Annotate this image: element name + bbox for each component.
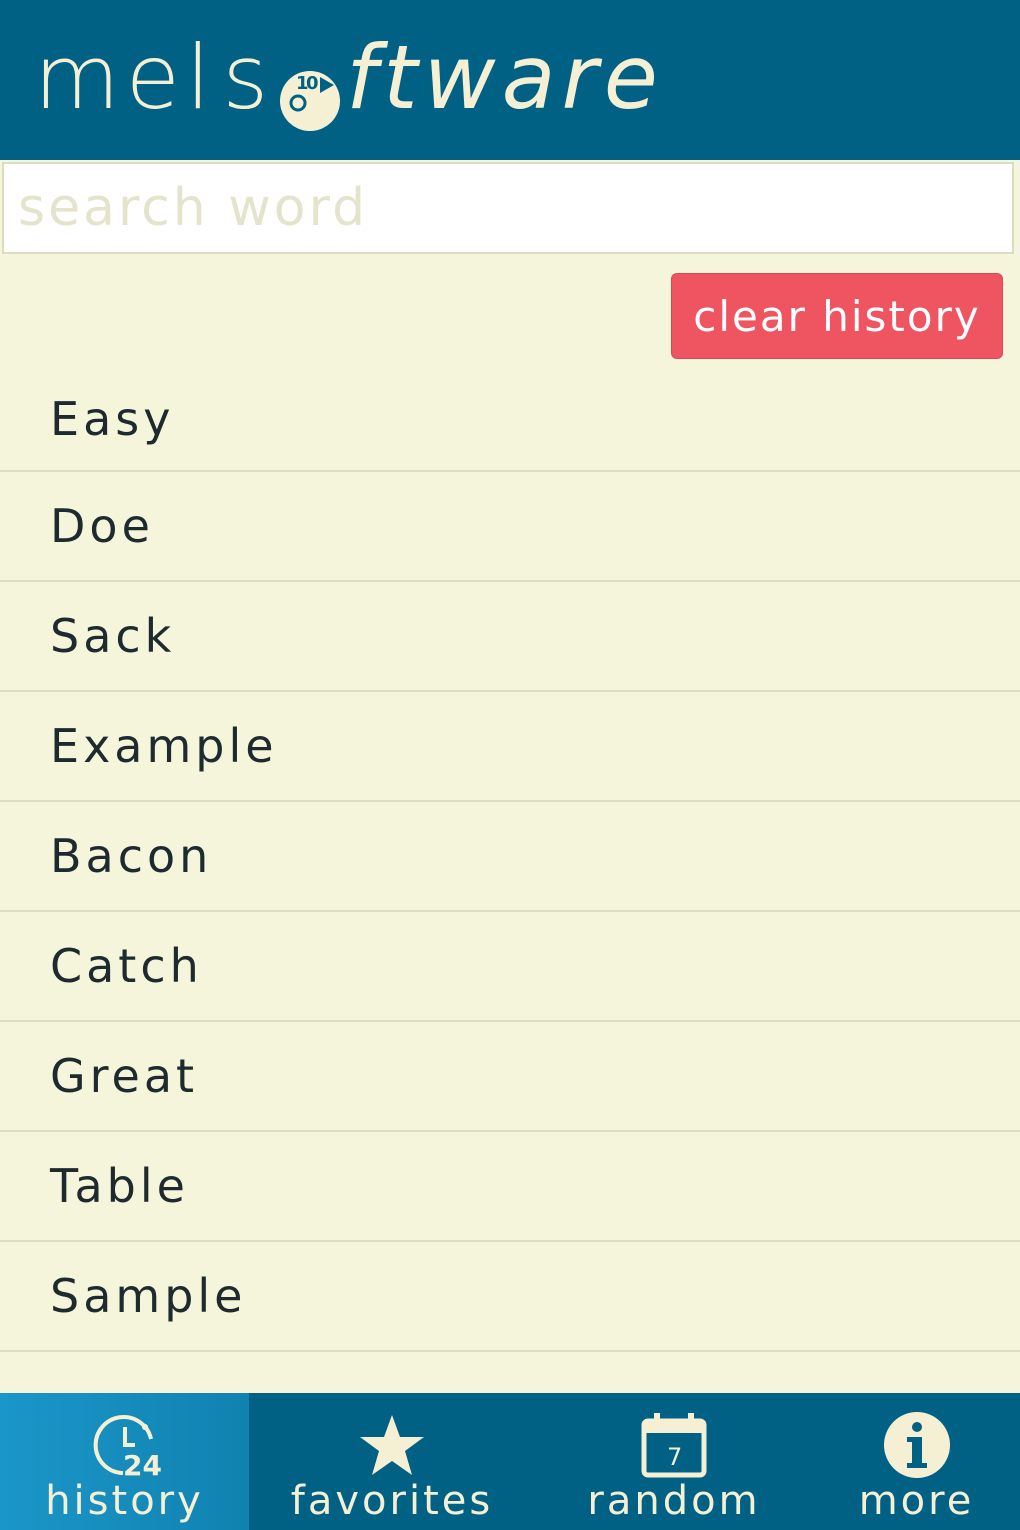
list-item[interactable]: Sample [0, 1242, 1020, 1352]
app-header: mel s 1 0 ftware [0, 0, 1020, 160]
history-list: Easy Doe Sack Example Bacon Catch Great … [0, 368, 1020, 1393]
melsoftware-logo: mel s 1 0 ftware [34, 22, 664, 132]
list-item[interactable]: Easy [0, 368, 1020, 472]
list-item[interactable]: Table [0, 1132, 1020, 1242]
search-bar [0, 160, 1020, 258]
clock-24-icon: 24 [89, 1409, 161, 1481]
tab-history[interactable]: 24 history [0, 1393, 249, 1530]
svg-text:7: 7 [667, 1443, 682, 1471]
list-item[interactable]: Catch [0, 912, 1020, 1022]
tab-bar: 24 history favorites 7 random more [0, 1393, 1020, 1530]
list-item[interactable]: Bacon [0, 802, 1020, 912]
calendar-icon: 7 [638, 1409, 710, 1481]
list-item[interactable] [0, 1352, 1020, 1393]
search-input[interactable] [2, 162, 1014, 254]
list-item[interactable]: Sack [0, 582, 1020, 692]
tab-label: more [858, 1478, 975, 1524]
logo-disc-icon: 1 0 [276, 51, 344, 131]
star-icon [356, 1409, 428, 1481]
tab-label: favorites [290, 1478, 494, 1524]
info-icon [881, 1409, 953, 1481]
tab-favorites[interactable]: favorites [249, 1393, 535, 1530]
list-item[interactable]: Doe [0, 472, 1020, 582]
tab-label: history [45, 1478, 204, 1524]
tab-random[interactable]: 7 random [535, 1393, 813, 1530]
clear-history-button[interactable]: clear history [671, 273, 1003, 359]
tab-label: random [587, 1478, 761, 1524]
tab-more[interactable]: more [813, 1393, 1020, 1530]
list-item[interactable]: Example [0, 692, 1020, 802]
list-item[interactable]: Great [0, 1022, 1020, 1132]
